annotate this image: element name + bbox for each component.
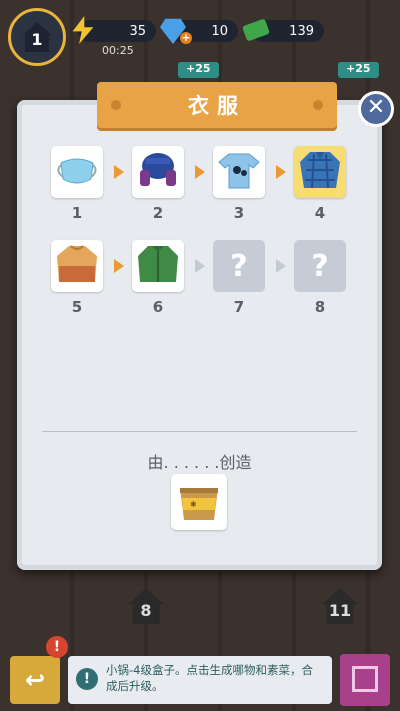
cash-counter[interactable]: 139 <box>241 18 324 42</box>
storage-box-icon <box>352 666 378 692</box>
chain-arrow-icon <box>276 259 286 273</box>
reward-badge-right: +25 <box>338 62 379 78</box>
ushanka-hat-icon <box>136 150 180 194</box>
chain-item-level-label: 3 <box>233 204 245 222</box>
chain-item-6[interactable] <box>132 240 184 292</box>
chain-item-level-label: 4 <box>314 204 326 222</box>
chain-item-7: ? <box>213 240 265 292</box>
created-by-label: 由. . . . . .创造 <box>147 453 252 472</box>
chain-arrow-icon <box>195 165 205 179</box>
chain-arrow-icon <box>276 165 286 179</box>
chain-item-8: ? <box>294 240 346 292</box>
sweater-icon <box>55 242 99 290</box>
reward-badge-left: +25 <box>178 62 219 78</box>
cash-icon <box>241 18 271 42</box>
energy-value: 35 <box>129 23 146 39</box>
tshirt-icon <box>217 150 261 194</box>
energy-timer: 00:25 <box>102 44 134 57</box>
gem-counter[interactable]: + 10 <box>160 18 238 44</box>
face-mask-icon <box>55 153 99 191</box>
chain-item-1[interactable] <box>51 146 103 198</box>
chain-item-5[interactable] <box>51 240 103 292</box>
top-hud: 1 35 00:25 + 10 139 <box>0 0 400 66</box>
undo-arrow-icon: ↩ <box>24 666 46 694</box>
chain-item-level-label: 2 <box>152 204 164 222</box>
level-badge[interactable]: 1 <box>8 8 66 66</box>
question-mark-icon: ? <box>230 248 248 284</box>
source-item-pot-box[interactable]: ✱ <box>171 474 227 530</box>
info-icon: ! <box>76 668 98 690</box>
item-info-panel: ! 小锅-4级盒子。点击生成哪物和素菜，合成后升级。 <box>68 656 332 704</box>
plaid-shirt-icon <box>298 148 342 196</box>
chain-item-level-label: 1 <box>71 204 83 222</box>
chain-item-4[interactable] <box>294 146 346 198</box>
board-slot-lock-8: 8 <box>128 588 164 624</box>
merge-chain: 1 2 3 4 5 6? 7? 8 <box>17 100 382 340</box>
chain-arrow-icon <box>195 259 205 273</box>
question-mark-icon: ? <box>311 248 329 284</box>
item-chain-dialog: 衣服 1 2 3 4 5 6? 7? 8 由. . . . . .创造 ✱ <box>17 82 382 570</box>
svg-text:✱: ✱ <box>190 500 197 509</box>
chain-item-2[interactable] <box>132 146 184 198</box>
add-gems-icon[interactable]: + <box>180 32 192 44</box>
close-button[interactable]: ✕ <box>358 91 394 127</box>
chain-item-level-label: 5 <box>71 298 83 316</box>
energy-icon <box>72 16 94 44</box>
house-icon: 1 <box>22 22 52 52</box>
chain-arrow-icon <box>114 259 124 273</box>
close-icon: ✕ <box>366 95 386 120</box>
gem-value: 10 <box>211 23 228 39</box>
storage-button[interactable] <box>340 654 390 706</box>
bottom-bar: ↩ ! 小锅-4级盒子。点击生成哪物和素菜，合成后升级。 <box>0 650 400 711</box>
green-jacket-icon <box>136 242 180 290</box>
item-info-text: 小锅-4级盒子。点击生成哪物和素菜，合成后升级。 <box>106 663 313 693</box>
chain-item-3[interactable] <box>213 146 265 198</box>
undo-button[interactable]: ↩ <box>10 656 60 704</box>
chain-arrow-icon <box>114 165 124 179</box>
alert-badge: ! <box>46 636 68 658</box>
pot-box-icon: ✱ <box>180 488 218 520</box>
divider <box>42 431 357 432</box>
board-slot-lock-11: 11 <box>322 588 358 624</box>
cash-value: 139 <box>289 23 314 39</box>
chain-item-level-label: 6 <box>152 298 164 316</box>
level-number: 1 <box>31 30 43 49</box>
chain-item-level-label: 7 <box>233 298 245 316</box>
energy-counter[interactable]: 35 <box>72 16 156 44</box>
chain-item-level-label: 8 <box>314 298 326 316</box>
